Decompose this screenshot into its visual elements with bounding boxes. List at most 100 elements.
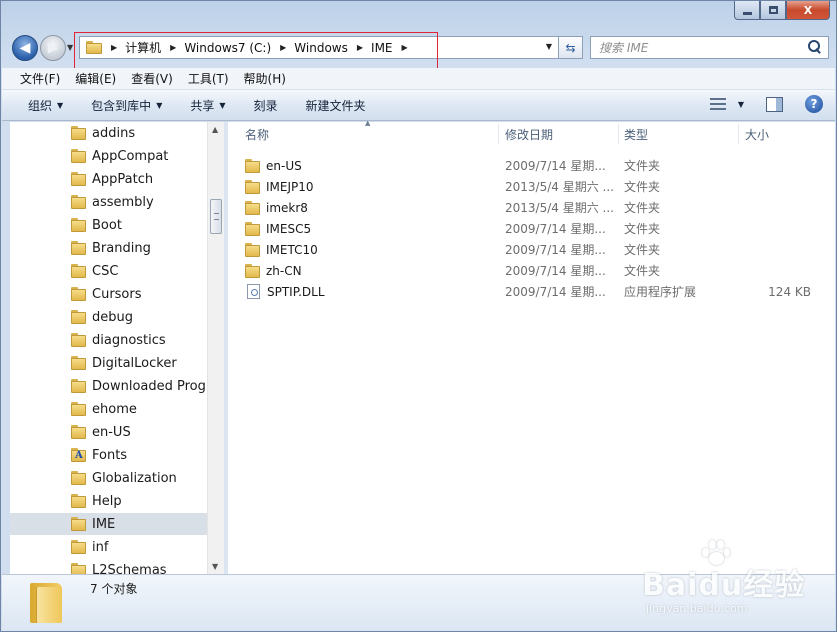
file-size bbox=[728, 218, 811, 239]
sidebar-item-cursors[interactable]: Cursors bbox=[10, 283, 208, 305]
fonts-folder-icon: A bbox=[71, 448, 86, 462]
new-folder-button[interactable]: 新建文件夹 bbox=[306, 97, 366, 114]
address-dropdown-icon[interactable]: ▼ bbox=[546, 42, 552, 51]
view-controls: ▼ ? bbox=[709, 95, 823, 113]
file-row[interactable]: IMEJP10 2013/5/4 星期六 ... 文件夹 bbox=[228, 176, 835, 197]
sidebar-item-label: Downloaded Progra bbox=[92, 378, 208, 394]
folder-icon bbox=[245, 158, 260, 173]
refresh-button[interactable]: ⇆ bbox=[559, 36, 583, 59]
sidebar-item-help[interactable]: Help bbox=[10, 490, 208, 512]
include-in-library-button[interactable]: 包含到库中 ▼ bbox=[91, 97, 162, 114]
folder-icon bbox=[71, 494, 86, 508]
sidebar-item-assembly[interactable]: assembly bbox=[10, 191, 208, 213]
scrollbar-thumb[interactable] bbox=[210, 199, 222, 234]
file-date: 2009/7/14 星期... bbox=[505, 285, 606, 299]
preview-pane-icon[interactable] bbox=[766, 96, 783, 112]
navigation-pane: addins AppCompat AppPatch assembly Boot … bbox=[10, 122, 224, 574]
minimize-icon bbox=[742, 11, 752, 15]
sidebar-item-appcompat[interactable]: AppCompat bbox=[10, 145, 208, 167]
sidebar-item-ime[interactable]: IME bbox=[10, 513, 208, 535]
sidebar-item-addins[interactable]: addins bbox=[10, 122, 208, 144]
burn-label: 刻录 bbox=[253, 98, 278, 113]
file-size bbox=[728, 176, 811, 197]
folder-icon bbox=[71, 425, 86, 439]
sidebar-item-label: Branding bbox=[92, 240, 151, 256]
folder-icon bbox=[71, 149, 86, 163]
file-type: 文件夹 bbox=[624, 243, 661, 257]
search-input[interactable]: 搜索 IME bbox=[590, 36, 829, 59]
file-list: ▲ 名称 修改日期 类型 大小 en-US 2009/7/14 星期... 文件… bbox=[228, 119, 835, 574]
file-type: 文件夹 bbox=[624, 180, 661, 194]
forward-button[interactable]: ▶ bbox=[40, 35, 66, 61]
file-date: 2013/5/4 星期六 ... bbox=[505, 201, 614, 215]
file-name: en-US bbox=[266, 158, 302, 173]
menu-edit[interactable]: 编辑(E) bbox=[75, 70, 116, 87]
navigation-scrollbar[interactable]: ▲ ▼ bbox=[207, 122, 224, 574]
folder-icon bbox=[71, 356, 86, 370]
file-row[interactable]: SPTIP.DLL 2009/7/14 星期... 应用程序扩展 124 KB bbox=[228, 281, 835, 302]
minimize-button[interactable] bbox=[734, 1, 760, 20]
back-button[interactable]: ◀ bbox=[12, 35, 38, 61]
sidebar-item-label: CSC bbox=[92, 263, 119, 279]
sidebar-item-boot[interactable]: Boot bbox=[10, 214, 208, 236]
file-row[interactable]: IMESC5 2009/7/14 星期... 文件夹 bbox=[228, 218, 835, 239]
column-divider[interactable] bbox=[738, 124, 739, 144]
folder-icon bbox=[71, 195, 86, 209]
file-row[interactable]: imekr8 2013/5/4 星期六 ... 文件夹 bbox=[228, 197, 835, 218]
sidebar-item-globalization[interactable]: Globalization bbox=[10, 467, 208, 489]
folder-icon bbox=[71, 287, 86, 301]
organize-button[interactable]: 组织 ▼ bbox=[28, 97, 63, 114]
file-name: SPTIP.DLL bbox=[267, 284, 325, 299]
search-icon[interactable] bbox=[808, 40, 822, 54]
sidebar-item-inf[interactable]: inf bbox=[10, 536, 208, 558]
scroll-down-icon[interactable]: ▼ bbox=[212, 562, 218, 571]
menu-file[interactable]: 文件(F) bbox=[20, 70, 60, 87]
sidebar-item-downloaded-programs[interactable]: Downloaded Progra bbox=[10, 375, 208, 397]
sidebar-item-branding[interactable]: Branding bbox=[10, 237, 208, 259]
menu-help[interactable]: 帮助(H) bbox=[244, 70, 286, 87]
sidebar-item-fonts[interactable]: A Fonts bbox=[10, 444, 208, 466]
sidebar-item-diagnostics[interactable]: diagnostics bbox=[10, 329, 208, 351]
sidebar-item-label: assembly bbox=[92, 194, 154, 210]
sidebar-item-label: AppCompat bbox=[92, 148, 169, 164]
sidebar-item-apppatch[interactable]: AppPatch bbox=[10, 168, 208, 190]
column-divider[interactable] bbox=[498, 124, 499, 144]
folder-icon bbox=[71, 264, 86, 278]
sidebar-item-digitallocker[interactable]: DigitalLocker bbox=[10, 352, 208, 374]
file-size bbox=[728, 155, 811, 176]
large-folder-icon bbox=[30, 583, 62, 623]
sidebar-item-en-us[interactable]: en-US bbox=[10, 421, 208, 443]
sidebar-item-ehome[interactable]: ehome bbox=[10, 398, 208, 420]
close-button[interactable]: X bbox=[786, 1, 830, 20]
menu-tools[interactable]: 工具(T) bbox=[188, 70, 229, 87]
burn-button[interactable]: 刻录 bbox=[254, 97, 278, 114]
file-name-cell: imekr8 bbox=[245, 197, 308, 218]
view-options-chevron-icon[interactable]: ▼ bbox=[738, 100, 744, 109]
file-row[interactable]: zh-CN 2009/7/14 星期... 文件夹 bbox=[228, 260, 835, 281]
file-row[interactable]: IMETC10 2009/7/14 星期... 文件夹 bbox=[228, 239, 835, 260]
help-button[interactable]: ? bbox=[805, 95, 823, 113]
scroll-up-icon[interactable]: ▲ bbox=[212, 125, 218, 134]
column-header-name[interactable]: 名称 bbox=[245, 122, 495, 146]
column-divider[interactable] bbox=[618, 124, 619, 144]
sidebar-item-l2schemas[interactable]: L2Schemas bbox=[10, 559, 208, 574]
change-view-icon[interactable] bbox=[709, 98, 726, 110]
file-type: 文件夹 bbox=[624, 264, 661, 278]
column-header-type[interactable]: 类型 bbox=[624, 122, 734, 146]
recent-pages-dropdown-icon[interactable]: ▼ bbox=[67, 43, 73, 52]
column-header-date[interactable]: 修改日期 bbox=[505, 122, 615, 146]
maximize-button[interactable] bbox=[760, 1, 786, 20]
sidebar-item-csc[interactable]: CSC bbox=[10, 260, 208, 282]
folder-icon bbox=[245, 200, 260, 215]
share-button[interactable]: 共享 ▼ bbox=[190, 97, 225, 114]
menu-view[interactable]: 查看(V) bbox=[131, 70, 173, 87]
file-row[interactable]: en-US 2009/7/14 星期... 文件夹 bbox=[228, 155, 835, 176]
file-name: zh-CN bbox=[266, 263, 302, 278]
folder-icon bbox=[71, 333, 86, 347]
file-name-cell: zh-CN bbox=[245, 260, 302, 281]
menu-bar: 文件(F) 编辑(E) 查看(V) 工具(T) 帮助(H) bbox=[2, 68, 835, 90]
folder-icon bbox=[245, 242, 260, 257]
sidebar-item-debug[interactable]: debug bbox=[10, 306, 208, 328]
file-date: 2009/7/14 星期... bbox=[505, 222, 606, 236]
column-header-size[interactable]: 大小 bbox=[745, 122, 825, 146]
